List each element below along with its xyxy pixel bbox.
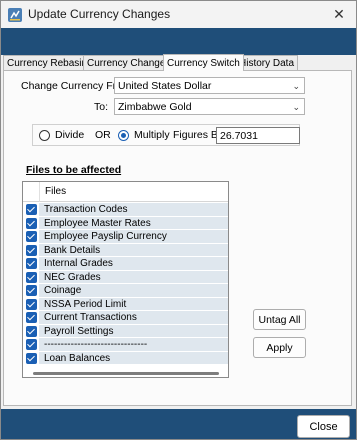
file-label: ------------------------------- [39,338,228,352]
row-checkbox[interactable] [26,325,37,337]
multiply-label: Multiply [134,129,170,141]
chevron-down-icon: ⌄ [292,81,300,91]
to-currency-value: Zimbabwe Gold [118,100,192,113]
title-bar: Update Currency Changes ✕ [1,1,356,28]
row-checkbox[interactable] [26,339,37,350]
or-label: OR [95,129,111,141]
table-row: ------------------------------- [23,338,228,352]
files-grid[interactable]: Files Transaction Codes Employee Master … [22,181,229,378]
file-label: NEC Grades [39,270,228,284]
multiply-radio[interactable] [118,130,129,141]
files-section-title: Files to be affected [26,164,122,176]
divide-radio[interactable] [39,130,50,141]
close-button[interactable]: Close [297,415,350,438]
row-checkbox[interactable] [26,352,37,364]
row-checkbox[interactable] [26,244,37,256]
horizontal-scrollbar[interactable] [33,372,219,375]
table-row: Payroll Settings [23,324,228,338]
file-label: Payroll Settings [39,324,228,338]
file-label: Employee Payslip Currency [39,230,228,244]
to-currency-label: To: [94,101,109,113]
row-checkbox[interactable] [26,271,37,283]
untag-all-button[interactable]: Untag All [253,309,306,330]
table-row: Employee Master Rates [23,216,228,230]
tab-history-data[interactable]: History Data [235,55,299,71]
files-grid-header: Files [23,182,228,202]
row-checkbox[interactable] [26,285,37,296]
table-row: Transaction Codes [23,203,228,217]
currency-app-icon [8,8,22,22]
table-row: NSSA Period Limit [23,297,228,311]
file-label: Bank Details [39,243,228,257]
tab-currency-switch[interactable]: Currency Switch [163,54,244,71]
apply-button[interactable]: Apply [253,337,306,358]
figures-by-input[interactable]: 26.7031 [216,127,300,144]
from-currency-select[interactable]: United States Dollar ⌄ [114,77,305,94]
file-label: Employee Master Rates [39,216,228,230]
operation-group: Divide OR Multiply Figures By: 26.7031 [32,124,300,146]
table-row: Current Transactions [23,311,228,325]
table-row: Loan Balances [23,351,228,365]
window-title: Update Currency Changes [28,7,171,21]
from-currency-value: United States Dollar [118,79,212,92]
row-checkbox[interactable] [26,204,37,215]
files-column-header[interactable]: Files [45,186,66,197]
row-checkbox[interactable] [26,312,37,323]
table-row: Employee Payslip Currency [23,230,228,244]
row-checkbox[interactable] [26,298,37,310]
window-close-icon[interactable]: ✕ [322,1,356,28]
chevron-down-icon: ⌄ [292,102,300,112]
row-checkbox[interactable] [26,217,37,229]
to-currency-select[interactable]: Zimbabwe Gold ⌄ [114,98,305,115]
header-divider [39,182,40,202]
file-label: Transaction Codes [39,203,228,217]
divide-label: Divide [55,129,85,141]
table-row: Bank Details [23,243,228,257]
file-label: Loan Balances [39,351,228,365]
file-label: NSSA Period Limit [39,297,228,311]
row-checkbox[interactable] [26,231,37,242]
header-band [1,28,356,55]
table-row: Coinage [23,284,228,298]
file-label: Internal Grades [39,257,228,271]
table-row: Internal Grades [23,257,228,271]
table-row: NEC Grades [23,270,228,284]
tab-currency-changes[interactable]: Currency Changes [83,55,175,71]
row-checkbox[interactable] [26,258,37,269]
file-label: Current Transactions [39,311,228,325]
dialog-window: Update Currency Changes ✕ Currency Rebas… [0,0,357,440]
file-label: Coinage [39,284,228,298]
